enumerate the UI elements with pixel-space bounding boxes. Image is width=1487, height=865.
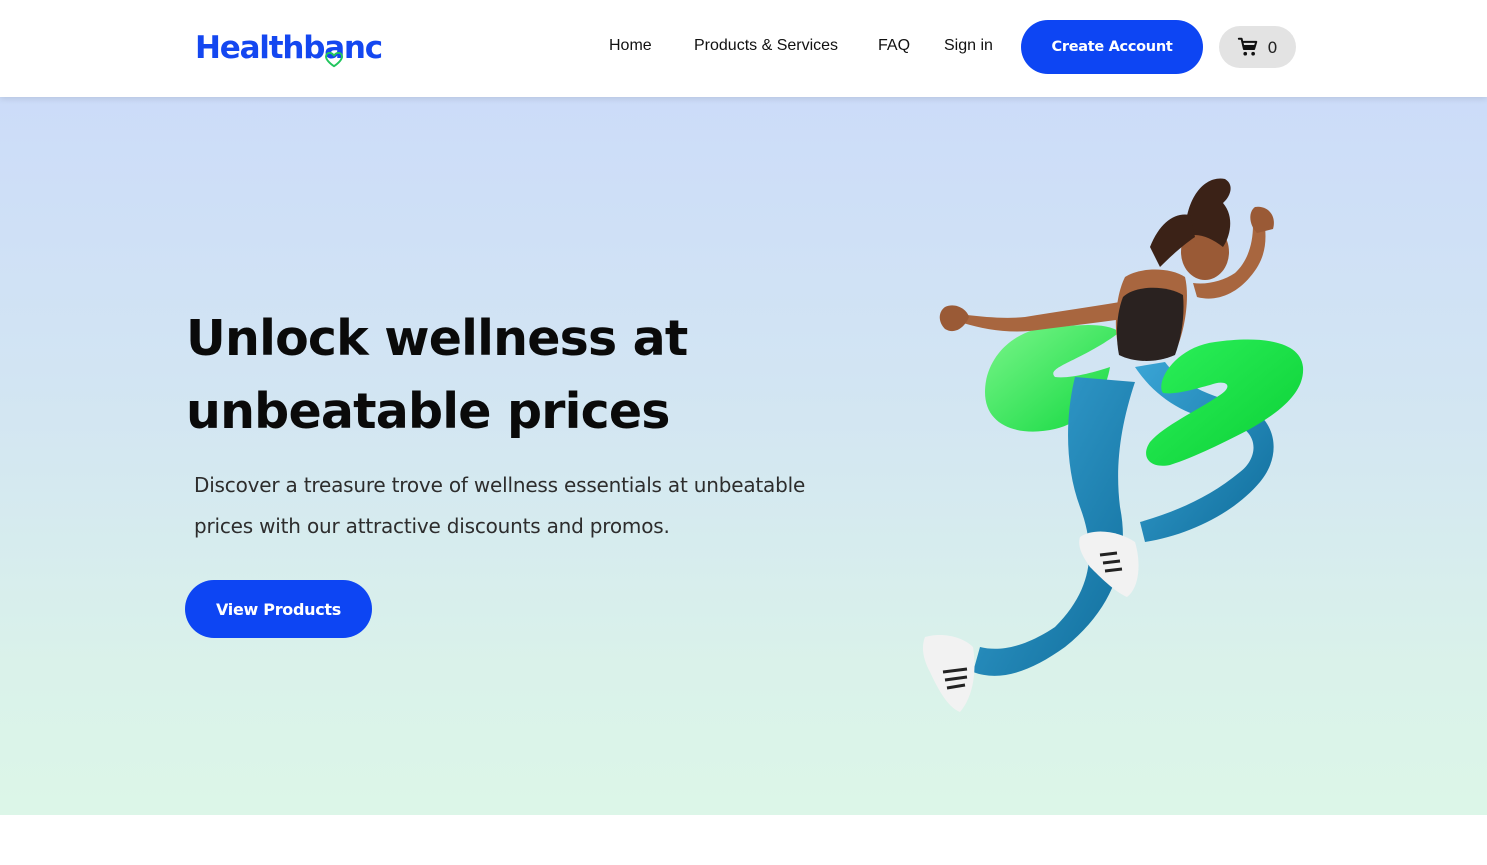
runner-top xyxy=(1116,287,1184,361)
brand-logo[interactable]: Healthb anc xyxy=(195,26,383,70)
hero-title-line-1: Unlock wellness at xyxy=(186,310,688,367)
nav-sign-in[interactable]: Sign in xyxy=(944,37,993,55)
hero-title-line-2: unbeatable prices xyxy=(186,383,670,440)
hero-section: Unlock wellness at unbeatable prices Dis… xyxy=(0,97,1487,815)
nav-faq[interactable]: FAQ xyxy=(878,37,910,55)
next-section xyxy=(0,815,1487,865)
nav-products-services[interactable]: Products & Services xyxy=(694,37,838,55)
view-products-button[interactable]: View Products xyxy=(185,580,372,638)
hero-subtitle: Discover a treasure trove of wellness es… xyxy=(194,465,854,547)
runner-shoe-back xyxy=(922,635,975,712)
hero-subtitle-line-1: Discover a treasure trove of wellness es… xyxy=(194,473,806,497)
runner-illustration xyxy=(922,178,1304,712)
cart-button[interactable]: 0 xyxy=(1219,26,1296,68)
nav-home[interactable]: Home xyxy=(609,37,652,55)
cart-icon xyxy=(1238,37,1258,56)
page: Healthb anc Home Products & Services FAQ … xyxy=(0,0,1487,865)
site-header: Healthb anc Home Products & Services FAQ … xyxy=(0,0,1487,97)
green-swoosh-right xyxy=(1146,339,1304,466)
hero-title: Unlock wellness at unbeatable prices xyxy=(186,302,826,448)
hero-runner-image xyxy=(905,167,1325,737)
create-account-button[interactable]: Create Account xyxy=(1021,20,1203,74)
heart-icon xyxy=(325,52,344,68)
cart-count: 0 xyxy=(1267,37,1278,57)
logo-text-start: Healthb xyxy=(195,30,325,66)
hero-subtitle-line-2: prices with our attractive discounts and… xyxy=(194,514,670,538)
